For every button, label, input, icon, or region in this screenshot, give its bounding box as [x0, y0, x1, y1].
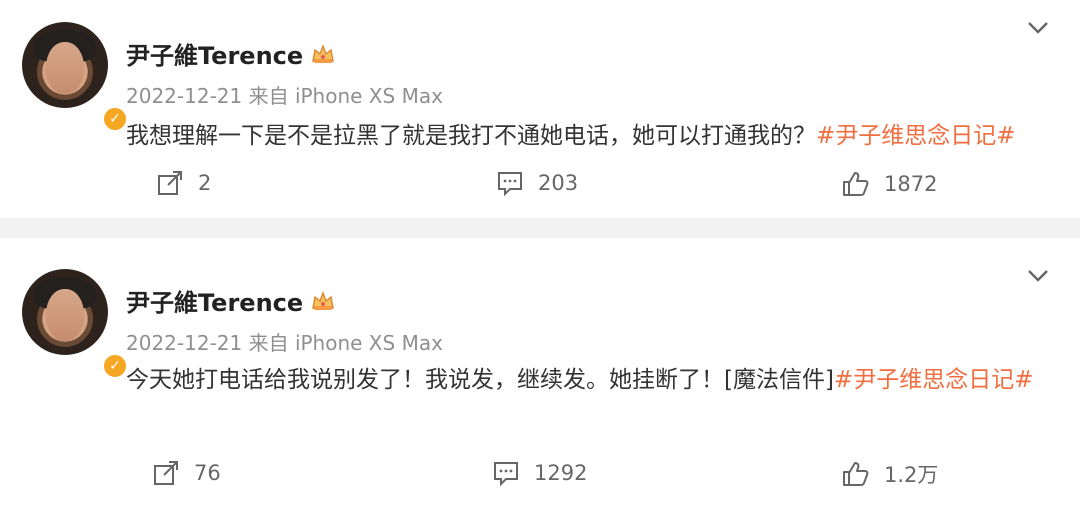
comment-count: 203 — [538, 171, 579, 195]
share-icon — [154, 461, 178, 485]
name-row: 尹子維Terence — [126, 36, 336, 71]
post-meta: 2022-12-21 来自 iPhone XS Max — [126, 84, 443, 108]
share-icon — [158, 171, 182, 195]
thumbs-up-icon — [843, 462, 869, 486]
share-button[interactable]: 2 — [156, 169, 211, 197]
name-row: 尹子維Terence — [126, 283, 336, 318]
like-button[interactable]: 1.2万 — [840, 459, 938, 489]
weibo-post: ✓ 尹子維Terence 2022-12-21 来自 iPhone XS Max… — [0, 0, 1080, 218]
chevron-down-icon[interactable] — [1027, 21, 1049, 35]
avatar[interactable]: ✓ — [22, 269, 128, 379]
post-separator — [0, 218, 1080, 238]
avatar[interactable]: ✓ — [22, 22, 128, 132]
vip-crown-icon — [310, 290, 336, 312]
comment-count: 1292 — [534, 461, 588, 485]
username[interactable]: 尹子維Terence — [126, 283, 303, 318]
verified-badge-icon: ✓ — [102, 353, 128, 379]
like-button[interactable]: 1872 — [840, 169, 937, 199]
avatar-face — [46, 289, 84, 341]
post-text: 今天她打电话给我说别发了！我说发，继续发。她挂断了！[魔法信件]#尹子维思念日记… — [126, 358, 1061, 402]
share-count: 76 — [194, 461, 221, 485]
weibo-post: ✓ 尹子維Terence 2022-12-21 来自 iPhone XS Max… — [0, 238, 1080, 508]
chevron-down-icon[interactable] — [1027, 269, 1049, 283]
topic-link[interactable]: #尹子维思念日记# — [816, 123, 1016, 149]
thumbs-up-icon — [843, 172, 869, 196]
like-count: 1872 — [884, 172, 938, 196]
comment-button[interactable]: 1292 — [492, 459, 587, 487]
share-count: 2 — [198, 171, 212, 195]
post-body: 我想理解一下是不是拉黑了就是我打不通她电话，她可以打通我的？ — [126, 123, 816, 149]
vip-crown-icon — [310, 43, 336, 65]
verified-badge-icon: ✓ — [102, 106, 128, 132]
post-text: 我想理解一下是不是拉黑了就是我打不通她电话，她可以打通我的？#尹子维思念日记# — [126, 114, 1061, 158]
topic-link[interactable]: #尹子维思念日记# — [834, 367, 1034, 393]
comment-button[interactable]: 203 — [496, 169, 578, 197]
post-body: 今天她打电话给我说别发了！我说发，继续发。她挂断了！[魔法信件] — [126, 367, 834, 393]
share-button[interactable]: 76 — [152, 459, 221, 487]
like-count: 1.2万 — [884, 463, 939, 487]
comment-icon — [494, 462, 518, 487]
username[interactable]: 尹子維Terence — [126, 36, 303, 71]
avatar-face — [46, 42, 84, 94]
post-meta: 2022-12-21 来自 iPhone XS Max — [126, 331, 443, 355]
comment-icon — [498, 172, 522, 197]
